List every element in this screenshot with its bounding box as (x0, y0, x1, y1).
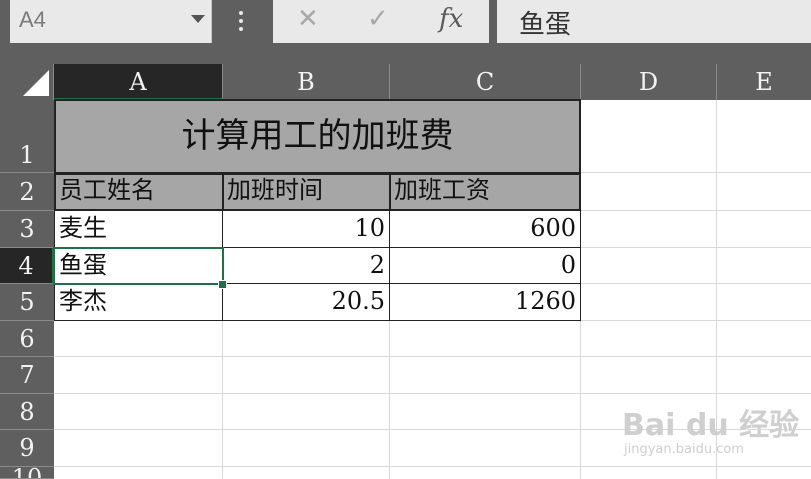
watermark-url: jingyan.baidu.com (624, 442, 744, 457)
table-cell[interactable]: 1260 (390, 284, 581, 321)
chevron-down-icon[interactable] (191, 15, 205, 23)
row-header-1[interactable]: 1 (0, 100, 54, 173)
fill-handle[interactable] (218, 280, 227, 289)
select-all-triangle-icon (23, 70, 49, 96)
row-header-8[interactable]: 8 (0, 394, 54, 430)
header-cell-name[interactable]: 员工姓名 (54, 173, 224, 211)
select-all-button[interactable] (0, 64, 54, 100)
row-header-9[interactable]: 9 (0, 430, 54, 467)
row-header-7[interactable]: 7 (0, 357, 54, 394)
table-cell[interactable]: 10 (223, 211, 390, 248)
watermark: Bai du 经验 jingyan.baidu.com (622, 400, 808, 470)
check-icon[interactable]: ✓ (367, 4, 389, 34)
row-header-10[interactable]: 10 (0, 467, 54, 479)
name-box-value: A4 (19, 7, 46, 32)
table-cell[interactable]: 鱼蛋 (54, 248, 223, 284)
more-options-icon[interactable] (229, 6, 253, 36)
insert-function-icon[interactable]: fx (439, 4, 463, 34)
row-header-4[interactable]: 4 (0, 248, 54, 284)
formula-input[interactable]: 鱼蛋 (497, 0, 811, 43)
table-cell[interactable]: 20.5 (223, 284, 390, 321)
header-cell-hours[interactable]: 加班时间 (222, 173, 391, 211)
formula-value: 鱼蛋 (519, 10, 572, 40)
row-header-3[interactable]: 3 (0, 211, 54, 248)
grid-line (54, 393, 811, 394)
table-cell[interactable]: 麦生 (54, 211, 223, 248)
cancel-icon[interactable]: ✕ (297, 4, 319, 34)
row-header-5[interactable]: 5 (0, 284, 54, 321)
header-cell-pay[interactable]: 加班工资 (389, 173, 581, 211)
column-header-a[interactable]: A (54, 64, 223, 100)
table-cell[interactable]: 李杰 (54, 284, 223, 321)
formula-bar: A4 ✕ ✓ fx 鱼蛋 (0, 0, 811, 64)
row-header-2[interactable]: 2 (0, 173, 54, 211)
sheet-title-cell[interactable]: 计算用工的加班费 (54, 99, 581, 174)
watermark-brand: Bai du 经验 (622, 408, 800, 443)
column-header-d[interactable]: D (581, 64, 717, 100)
table-cell[interactable]: 600 (390, 211, 581, 248)
row-header-6[interactable]: 6 (0, 321, 54, 357)
table-cell[interactable]: 2 (223, 248, 390, 284)
grid-line (54, 356, 811, 357)
table-cell[interactable]: 0 (390, 248, 581, 284)
formula-buttons: ✕ ✓ fx (273, 0, 489, 43)
column-header-c[interactable]: C (390, 64, 581, 100)
column-header-b[interactable]: B (223, 64, 390, 100)
column-header-e[interactable]: E (717, 64, 811, 100)
name-box[interactable]: A4 (10, 0, 212, 43)
